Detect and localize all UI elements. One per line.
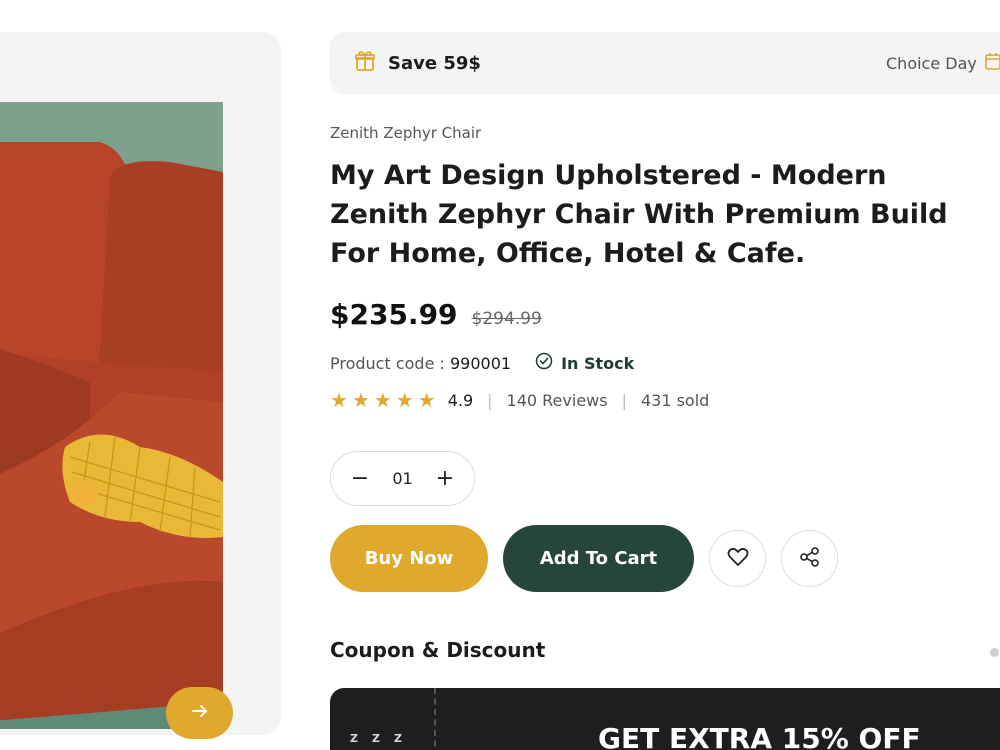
product-code-value: 990001 — [450, 353, 512, 373]
star-icon: ★ — [417, 388, 436, 412]
share-icon — [799, 546, 821, 572]
wishlist-button[interactable] — [709, 530, 766, 587]
product-code-label: Product code : — [330, 353, 445, 373]
check-circle-icon — [535, 352, 553, 374]
product-code: Product code : 990001 — [330, 354, 511, 373]
next-image-button[interactable] — [166, 687, 233, 739]
save-text: Save 59$ — [388, 52, 481, 74]
coupon-divider — [434, 688, 436, 750]
old-price: $294.99 — [471, 309, 542, 329]
coupon-heading: GET EXTRA 15% OFF — [598, 722, 921, 750]
coupon-section-title: Coupon & Discount — [330, 638, 546, 662]
decrease-button[interactable]: − — [349, 466, 371, 491]
product-gallery — [0, 32, 281, 739]
quantity-stepper: − 01 + — [330, 451, 475, 506]
coupon-card[interactable]: ZZZ GET EXTRA 15% OFF — [330, 688, 1000, 750]
reviews-link[interactable]: 140 Reviews — [507, 391, 608, 410]
buy-now-button[interactable]: Buy Now — [330, 525, 488, 592]
stock-label: In Stock — [561, 353, 635, 373]
add-to-cart-button[interactable]: Add To Cart — [503, 525, 694, 592]
divider: | — [621, 390, 627, 410]
sold-count: 431 sold — [640, 390, 710, 410]
rating-row: ★ ★ ★ ★ ★ 4.9 | 140 Reviews | 431 sold — [330, 390, 709, 410]
product-brand: Zenith Zephyr Chair — [330, 124, 482, 142]
gift-icon — [354, 50, 376, 76]
divider: | — [487, 390, 493, 410]
star-icon: ★ — [330, 388, 348, 412]
product-image — [0, 102, 223, 729]
price-row: $235.99 $294.99 — [330, 298, 542, 331]
star-icon: ★ — [373, 388, 392, 412]
product-title: My Art Design Upholstered - Modern Zenit… — [330, 160, 948, 269]
product-meta: Product code : 990001 In Stock — [330, 352, 634, 374]
choice-day-text: Choice Day — [886, 53, 977, 73]
heart-icon — [727, 547, 749, 571]
rating-value: 4.9 — [447, 390, 474, 410]
calendar-icon — [985, 52, 1000, 74]
increase-button[interactable]: + — [434, 466, 456, 491]
share-button[interactable] — [781, 530, 838, 587]
star-icon: ★ — [395, 388, 414, 412]
stock-status: In Stock — [535, 352, 634, 374]
star-icon: ★ — [351, 388, 370, 412]
arrow-right-icon — [190, 701, 210, 725]
promo-bar: Save 59$ Choice Day — [330, 32, 1000, 94]
quantity-value[interactable]: 01 — [392, 469, 412, 488]
current-price: $235.99 — [330, 298, 458, 331]
star-rating: ★ ★ ★ ★ ★ — [330, 390, 436, 410]
carousel-dot[interactable] — [990, 648, 999, 657]
coupon-side-text: ZZZ — [350, 732, 416, 745]
